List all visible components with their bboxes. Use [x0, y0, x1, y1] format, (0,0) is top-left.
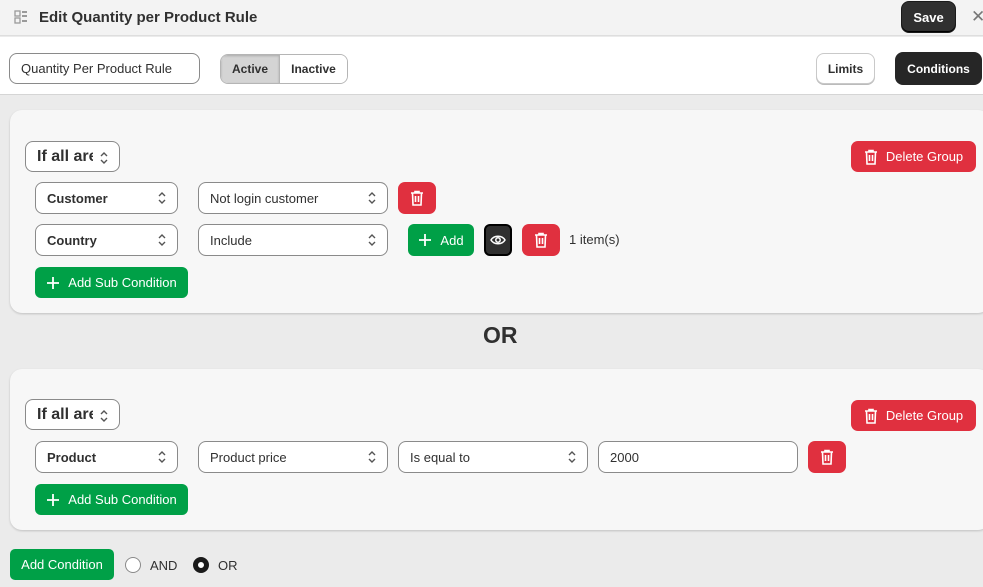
add-sub-condition-label: Add Sub Condition	[68, 492, 177, 507]
condition-attribute-value: Product price	[210, 449, 287, 465]
app-icon	[14, 10, 27, 24]
condition-value-input[interactable]: 2000	[598, 441, 798, 473]
condition-field-value: Product	[47, 449, 97, 465]
delete-group-button[interactable]: Delete Group	[851, 141, 976, 172]
condition-operator-value: Include	[210, 232, 252, 248]
view-items-button[interactable]	[484, 224, 512, 256]
add-condition-button[interactable]: Add Condition	[10, 549, 114, 580]
plus-icon	[47, 276, 60, 289]
trash-icon	[411, 190, 423, 206]
save-button[interactable]: Save	[901, 1, 956, 33]
and-radio[interactable]	[125, 557, 141, 573]
condition-comparator-select[interactable]: Is equal to	[398, 441, 588, 473]
chevron-updown-icon	[568, 451, 576, 463]
rule-toolbar: Active Inactive Limits Conditions	[0, 37, 983, 95]
or-radio[interactable]	[193, 557, 209, 573]
status-toggle[interactable]: Active Inactive	[220, 54, 348, 84]
condition-value-text: 2000	[610, 449, 639, 465]
chevron-updown-icon	[368, 451, 376, 463]
chevron-updown-icon	[100, 152, 108, 164]
condition-field-select[interactable]: Customer	[35, 182, 178, 214]
condition-group: If all are Delete Group Customer Not log…	[10, 110, 983, 313]
condition-field-value: Customer	[47, 190, 108, 206]
status-active-button[interactable]: Active	[221, 55, 280, 83]
chevron-updown-icon	[100, 410, 108, 422]
limits-tab-button[interactable]: Limits	[816, 53, 875, 84]
condition-comparator-value: Is equal to	[410, 449, 470, 465]
add-item-button[interactable]: Add	[408, 224, 474, 256]
page-title: Edit Quantity per Product Rule	[39, 9, 258, 26]
condition-operator-select[interactable]: Not login customer	[198, 182, 388, 214]
delete-condition-button[interactable]	[522, 224, 560, 256]
items-count-text: 1 item(s)	[569, 232, 620, 247]
chevron-updown-icon	[368, 234, 376, 246]
condition-field-value: Country	[47, 232, 97, 248]
condition-attribute-select[interactable]: Product price	[198, 441, 388, 473]
or-separator: OR	[483, 322, 518, 348]
match-type-select[interactable]: If all are	[25, 141, 120, 172]
match-type-label: If all are	[37, 405, 93, 423]
rule-name-input[interactable]	[9, 53, 200, 84]
status-inactive-button[interactable]: Inactive	[280, 55, 347, 83]
delete-group-button[interactable]: Delete Group	[851, 400, 976, 431]
trash-icon	[864, 149, 877, 165]
add-sub-condition-label: Add Sub Condition	[68, 275, 177, 290]
match-type-select[interactable]: If all are	[25, 399, 120, 430]
condition-field-select[interactable]: Country	[35, 224, 178, 256]
add-sub-condition-button[interactable]: Add Sub Condition	[35, 267, 188, 298]
trash-icon	[535, 232, 547, 248]
add-item-label: Add	[440, 232, 464, 248]
close-icon[interactable]: ✕	[971, 7, 983, 27]
match-type-label: If all are	[37, 147, 93, 165]
condition-operator-value: Not login customer	[210, 190, 319, 206]
trash-icon	[864, 408, 877, 424]
plus-icon	[47, 493, 60, 506]
and-radio-label: AND	[150, 558, 178, 573]
add-sub-condition-button[interactable]: Add Sub Condition	[35, 484, 188, 515]
chevron-updown-icon	[158, 234, 166, 246]
trash-icon	[821, 449, 833, 465]
delete-condition-button[interactable]	[808, 441, 846, 473]
condition-operator-select[interactable]: Include	[198, 224, 388, 256]
chevron-updown-icon	[158, 192, 166, 204]
delete-group-label: Delete Group	[885, 408, 964, 423]
plus-icon	[419, 234, 432, 246]
eye-icon	[490, 235, 506, 245]
delete-group-label: Delete Group	[885, 149, 964, 164]
title-bar: Edit Quantity per Product Rule Save ✕	[0, 0, 983, 36]
condition-field-select[interactable]: Product	[35, 441, 178, 473]
or-radio-label: OR	[218, 558, 238, 573]
delete-condition-button[interactable]	[398, 182, 436, 214]
chevron-updown-icon	[368, 192, 376, 204]
condition-group: If all are Delete Group Product Product …	[10, 369, 983, 530]
chevron-updown-icon	[158, 451, 166, 463]
conditions-tab-button[interactable]: Conditions	[895, 52, 982, 85]
